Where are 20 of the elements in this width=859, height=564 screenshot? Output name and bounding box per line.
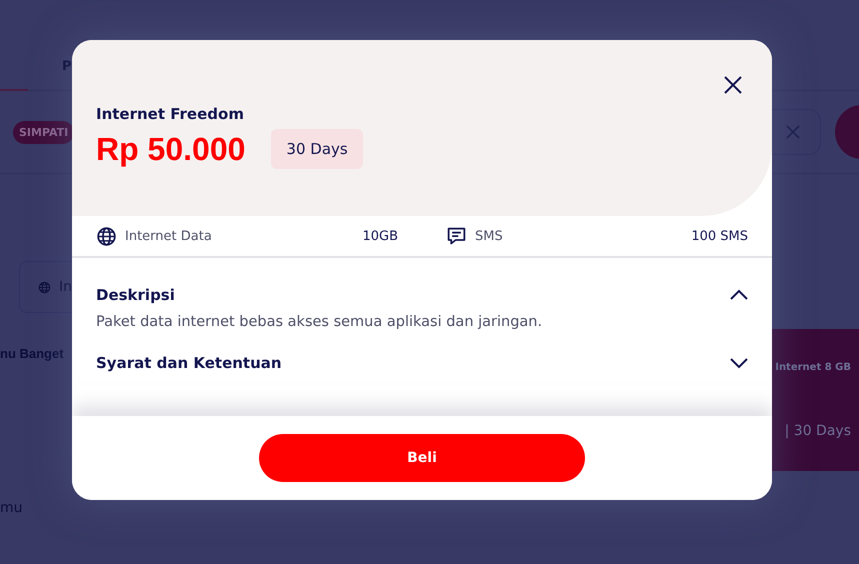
description-text: Paket data internet bebas akses semua aplikasi dan jaringan. (96, 314, 544, 330)
package-name: Internet Freedom (96, 105, 245, 123)
benefit-label: SMS (475, 228, 504, 244)
benefit-value: 10GB (362, 228, 398, 244)
section-title[interactable]: Syarat dan Ketentuan (96, 354, 282, 372)
section-title[interactable]: Deskripsi (96, 286, 175, 304)
benefit-value: 100 SMS (691, 228, 748, 244)
close-icon (724, 76, 742, 94)
collapse-button[interactable] (730, 289, 748, 301)
package-price: Rp 50.000 (96, 130, 246, 168)
benefit-label: Internet Data (125, 228, 213, 244)
duration-tag: 30 Days (271, 129, 363, 169)
chat-icon (446, 226, 467, 246)
globe-icon (38, 280, 51, 294)
package-card[interactable]: Internet 8 GB | 30 Days (772, 329, 859, 471)
expand-button[interactable] (730, 357, 748, 369)
globe-icon (96, 226, 117, 246)
close-button[interactable] (724, 76, 742, 94)
buy-button[interactable]: Beli (259, 434, 585, 482)
operator-badge: SIMPATI (13, 120, 74, 144)
